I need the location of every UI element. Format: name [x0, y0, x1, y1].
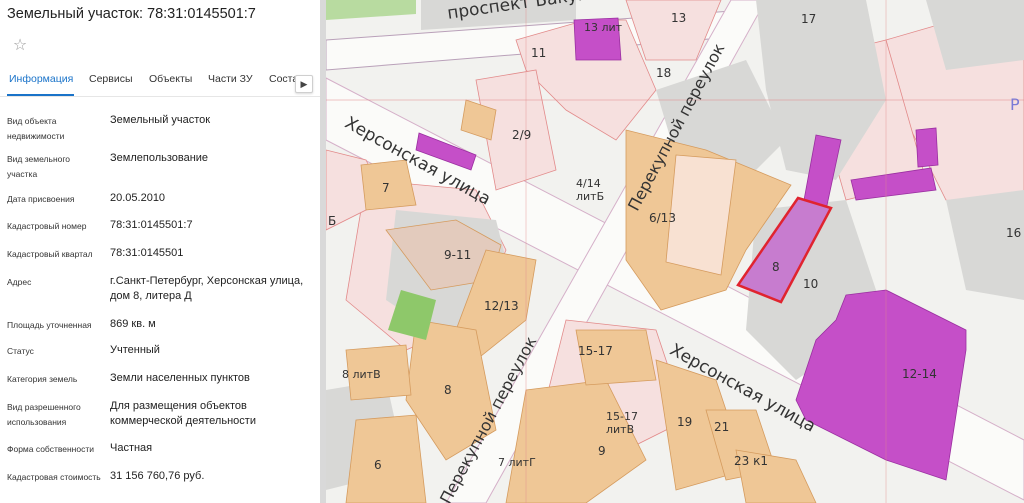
value-cadastral-quarter: 78:31:0145501 — [110, 247, 184, 259]
building-label: 7 — [382, 181, 390, 195]
label-land-category: Категория земель — [7, 374, 78, 384]
tab-composition[interactable]: Соста — [269, 73, 298, 85]
tab-bar: Информация Сервисы Объекты Части ЗУ Сост… — [0, 73, 320, 97]
info-panel: Земельный участок: 78:31:0145501:7 ☆ Инф… — [0, 0, 320, 503]
building-label: 15-17 литВ — [606, 410, 638, 436]
tab-services[interactable]: Сервисы — [89, 73, 133, 85]
label-ownership: Форма собственности — [7, 444, 94, 454]
building-label: 13 — [671, 11, 687, 25]
cadastral-map[interactable]: проспект Бакунина Херсонская улица Херсо… — [326, 0, 1024, 503]
value-area: 869 кв. м — [110, 318, 156, 330]
label-status: Статус — [7, 346, 34, 356]
building-label: 19 — [677, 415, 693, 429]
building-label: 8 — [444, 383, 452, 397]
label-cadastral-value: Кадастровая стоимость — [7, 472, 101, 482]
building-label: 2/9 — [512, 128, 532, 142]
building-label: 4/14 литБ — [576, 177, 605, 203]
value-ownership: Частная — [110, 442, 153, 454]
value-permitted-use: Для размещения объектов коммерческой дея… — [110, 400, 256, 427]
building-label: 15-17 — [578, 344, 613, 358]
building-label: 8 — [772, 260, 780, 274]
building-label: 12-14 — [902, 367, 937, 381]
building-label: 23 к1 — [734, 454, 768, 468]
building-label: 9-11 — [444, 248, 472, 262]
value-object-type: Земельный участок — [110, 114, 211, 126]
value-land-type: Землепользование — [110, 152, 209, 164]
chevron-right-icon[interactable]: ▶ — [295, 75, 313, 93]
tab-information[interactable]: Информация — [9, 73, 73, 85]
label-cadastral-number: Кадастровый номер — [7, 221, 87, 231]
value-land-category: Земли населенных пунктов — [110, 372, 250, 384]
star-outline-icon[interactable]: ☆ — [11, 37, 29, 55]
value-cadastral-number: 78:31:0145501:7 — [110, 219, 193, 231]
building-label: 21 — [714, 420, 730, 434]
value-assignment-date: 20.05.2010 — [110, 192, 166, 204]
label-address: Адрес — [7, 277, 32, 287]
label-land-type: Вид земельного участка — [7, 154, 71, 179]
building-label: Р — [1010, 95, 1020, 114]
label-area: Площадь уточненная — [7, 320, 92, 330]
tab-objects[interactable]: Объекты — [149, 73, 192, 85]
building-label: Б — [328, 214, 337, 228]
building-label: 18 — [656, 66, 672, 80]
building-label: 6/13 — [649, 211, 676, 225]
label-permitted-use: Вид разрешенного использования — [7, 402, 81, 427]
building-label: 16 — [1006, 226, 1022, 240]
label-cadastral-quarter: Кадастровый квартал — [7, 249, 93, 259]
building-label: 7 литГ — [498, 456, 536, 469]
value-cadastral-value: 31 156 760,76 руб. — [110, 470, 205, 482]
building-label: 13 лит — [584, 21, 623, 34]
building-label: 10 — [803, 277, 819, 291]
building-label: 11 — [531, 46, 547, 60]
building-label: 9 — [598, 444, 606, 458]
label-object-type: Вид объекта недвижимости — [7, 116, 65, 141]
building-label: 8 литВ — [342, 368, 381, 381]
building-label: 12/13 — [484, 299, 519, 313]
value-status: Учтенный — [110, 344, 160, 356]
tab-land-parts[interactable]: Части ЗУ — [208, 73, 253, 85]
panel-title: Земельный участок: 78:31:0145501:7 — [7, 6, 256, 22]
building-label: 17 — [801, 12, 817, 26]
label-assignment-date: Дата присвоения — [7, 194, 75, 204]
tab-divider — [0, 96, 320, 97]
building-label: 6 — [374, 458, 382, 472]
value-address: г.Санкт-Петербург, Херсонская улица, дом… — [110, 275, 304, 302]
